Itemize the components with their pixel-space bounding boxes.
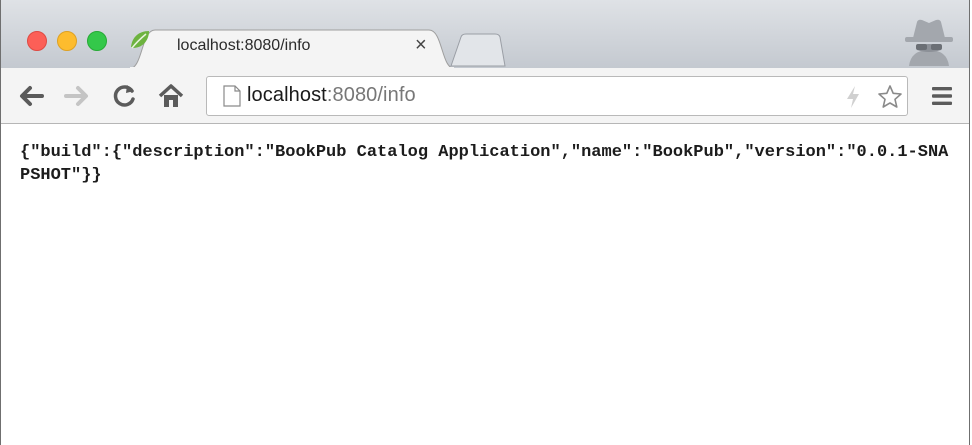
- url-host: localhost: [247, 84, 327, 106]
- forward-arrow-icon[interactable]: [63, 82, 91, 110]
- new-tab-button[interactable]: [449, 33, 507, 67]
- home-icon[interactable]: [157, 82, 185, 110]
- browser-toolbar: localhost:8080/info: [1, 68, 969, 124]
- url-path: :8080/info: [326, 84, 416, 106]
- close-window-button[interactable]: [27, 31, 47, 51]
- star-icon[interactable]: [877, 84, 903, 110]
- page-icon: [223, 85, 241, 107]
- minimize-window-button[interactable]: [57, 31, 77, 51]
- json-response-text: {"build":{"description":"BookPub Catalog…: [20, 143, 949, 185]
- hamburger-menu-icon[interactable]: [931, 85, 953, 107]
- tab-close-icon[interactable]: ×: [415, 35, 427, 55]
- page-content: {"build":{"description":"BookPub Catalog…: [1, 124, 969, 445]
- active-tab[interactable]: localhost:8080/info ×: [129, 28, 455, 69]
- reload-icon[interactable]: [111, 82, 139, 110]
- incognito-icon: [905, 19, 953, 66]
- back-arrow-icon[interactable]: [17, 82, 45, 110]
- zoom-window-button[interactable]: [87, 31, 107, 51]
- title-bar: localhost:8080/info ×: [1, 0, 969, 69]
- bolt-icon[interactable]: [843, 85, 863, 109]
- address-bar[interactable]: localhost:8080/info: [206, 76, 908, 116]
- spring-leaf-icon: [131, 31, 149, 49]
- tab-title: localhost:8080/info: [177, 37, 311, 54]
- window-controls: [27, 31, 107, 51]
- url-text: localhost:8080/info: [247, 84, 416, 107]
- browser-window: localhost:8080/info × localhost:8080/inf…: [0, 0, 970, 445]
